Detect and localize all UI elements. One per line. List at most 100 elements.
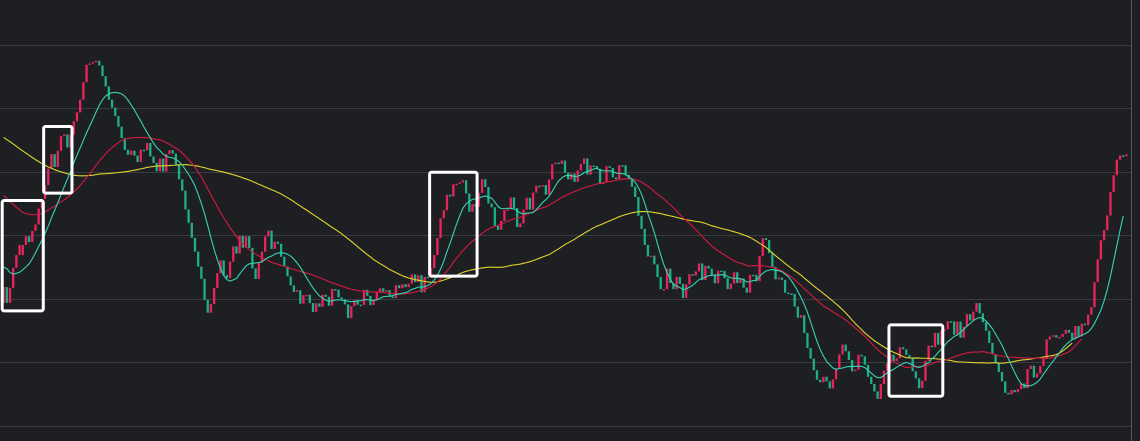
candle-20 xyxy=(66,134,69,148)
candle-255 xyxy=(815,370,819,380)
candle-8 xyxy=(27,236,31,243)
candle-28 xyxy=(91,62,95,64)
candle-205 xyxy=(656,264,659,278)
candle-218 xyxy=(697,263,701,272)
candle-114 xyxy=(366,289,369,296)
candle-351 xyxy=(1122,155,1125,157)
candle-10 xyxy=(34,224,37,232)
candle-282 xyxy=(901,347,905,350)
candle-303 xyxy=(968,314,972,321)
candle-85 xyxy=(273,241,276,249)
candle-222 xyxy=(710,268,713,276)
candle-256 xyxy=(819,379,822,383)
candle-37 xyxy=(120,126,123,139)
candle-57 xyxy=(184,190,187,210)
candle-230 xyxy=(736,272,739,283)
candle-59 xyxy=(190,222,193,238)
candle-348 xyxy=(1112,175,1115,192)
candle-24 xyxy=(79,99,82,113)
candle-224 xyxy=(716,270,720,284)
candle-349 xyxy=(1115,159,1118,176)
candle-50 xyxy=(161,158,165,172)
candle-1 xyxy=(5,287,8,303)
candle-228 xyxy=(729,283,733,290)
candle-239 xyxy=(764,238,768,240)
candle-300 xyxy=(959,321,962,338)
candle-35 xyxy=(114,107,117,117)
candle-42 xyxy=(136,155,139,163)
candle-92 xyxy=(295,290,299,292)
candle-159 xyxy=(509,197,512,210)
candle-297 xyxy=(949,321,953,323)
candle-2 xyxy=(8,287,12,303)
candle-302 xyxy=(965,314,969,327)
candle-80 xyxy=(257,262,260,279)
candle-283 xyxy=(905,349,908,355)
candle-147 xyxy=(471,204,474,212)
candle-39 xyxy=(126,149,130,155)
candle-93 xyxy=(299,290,302,304)
candle-61 xyxy=(197,251,200,267)
candle-211 xyxy=(675,276,678,290)
candle-44 xyxy=(142,149,146,152)
candle-169 xyxy=(541,185,544,187)
candle-260 xyxy=(831,379,835,389)
candle-323 xyxy=(1032,365,1036,378)
candle-66 xyxy=(212,288,216,305)
candle-247 xyxy=(790,293,793,295)
candle-170 xyxy=(544,185,548,195)
candle-95 xyxy=(305,294,308,297)
candle-63 xyxy=(203,278,206,300)
candle-142 xyxy=(455,183,458,186)
candle-264 xyxy=(844,344,847,352)
candle-234 xyxy=(748,274,752,293)
candle-26 xyxy=(85,64,88,83)
candle-77 xyxy=(248,236,251,248)
candle-177 xyxy=(567,172,570,180)
candle-144 xyxy=(461,180,465,183)
candle-60 xyxy=(193,237,197,252)
candle-350 xyxy=(1118,155,1122,160)
candle-158 xyxy=(506,209,509,211)
candle-346 xyxy=(1106,215,1109,231)
candle-198 xyxy=(634,186,637,197)
candle-317 xyxy=(1013,390,1016,393)
candle-173 xyxy=(554,162,557,165)
candle-29 xyxy=(94,60,98,63)
candle-53 xyxy=(171,150,174,154)
candle-151 xyxy=(484,179,487,187)
candle-217 xyxy=(694,271,697,276)
candle-262 xyxy=(838,354,841,369)
candle-72 xyxy=(232,246,235,262)
candle-98 xyxy=(315,303,318,313)
candle-125 xyxy=(401,284,404,289)
candle-312 xyxy=(997,363,1000,373)
candle-189 xyxy=(605,166,608,183)
candle-64 xyxy=(206,299,209,313)
candle-5 xyxy=(18,244,21,256)
candle-153 xyxy=(490,203,493,208)
candle-339 xyxy=(1083,323,1087,326)
candle-91 xyxy=(292,285,296,292)
candle-168 xyxy=(538,185,541,188)
candle-274 xyxy=(876,391,879,399)
candle-46 xyxy=(149,143,152,157)
candle-31 xyxy=(101,65,104,77)
candle-167 xyxy=(535,185,538,193)
candle-25 xyxy=(82,82,85,100)
candle-108 xyxy=(346,304,350,319)
candle-322 xyxy=(1029,365,1032,369)
candlestick-chart xyxy=(0,0,1132,441)
candle-56 xyxy=(181,179,184,191)
candle-244 xyxy=(780,277,784,280)
candle-233 xyxy=(745,287,748,293)
candle-352 xyxy=(1125,154,1128,157)
candle-341 xyxy=(1090,307,1093,315)
candle-280 xyxy=(895,358,898,362)
candle-101 xyxy=(324,294,327,297)
candle-124 xyxy=(397,285,401,289)
candle-263 xyxy=(841,344,844,355)
candle-223 xyxy=(713,275,717,284)
candle-202 xyxy=(646,244,650,257)
candle-143 xyxy=(458,182,461,184)
